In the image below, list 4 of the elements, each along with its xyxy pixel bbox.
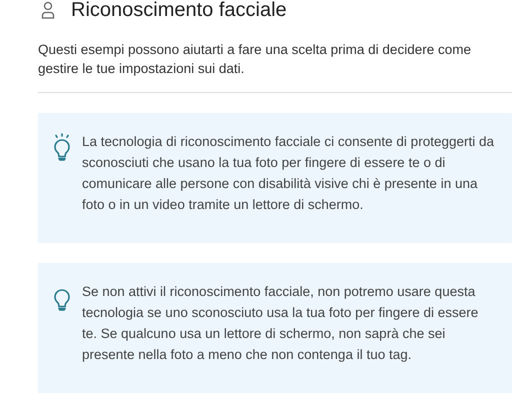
tip-text: Se non attivi il riconoscimento facciale, non potremo usare questa tecnologia se uno sconosciuto usa la tua foto per fingere di essere te. Se qualcuno usa un lettore di schermo, non saprà che sei presente nella foto a meno che non contenga il tuo tag. [82,283,480,364]
intro-text: Questi esempi possono aiutarti a fare una scelta prima di decidere come gestire le tue impostazioni sui dati. [38,41,472,78]
tip-text: La tecnologia di riconoscimento facciale ci consente di proteggerti da sconosciuti che usano la tua foto per fingere di essere te o di comunicare alle persone con disabilità visive chi è presente in una foto o in un video tramite un lettore di schermo. [82,133,495,214]
page-title: Riconoscimento facciale [71,0,287,22]
